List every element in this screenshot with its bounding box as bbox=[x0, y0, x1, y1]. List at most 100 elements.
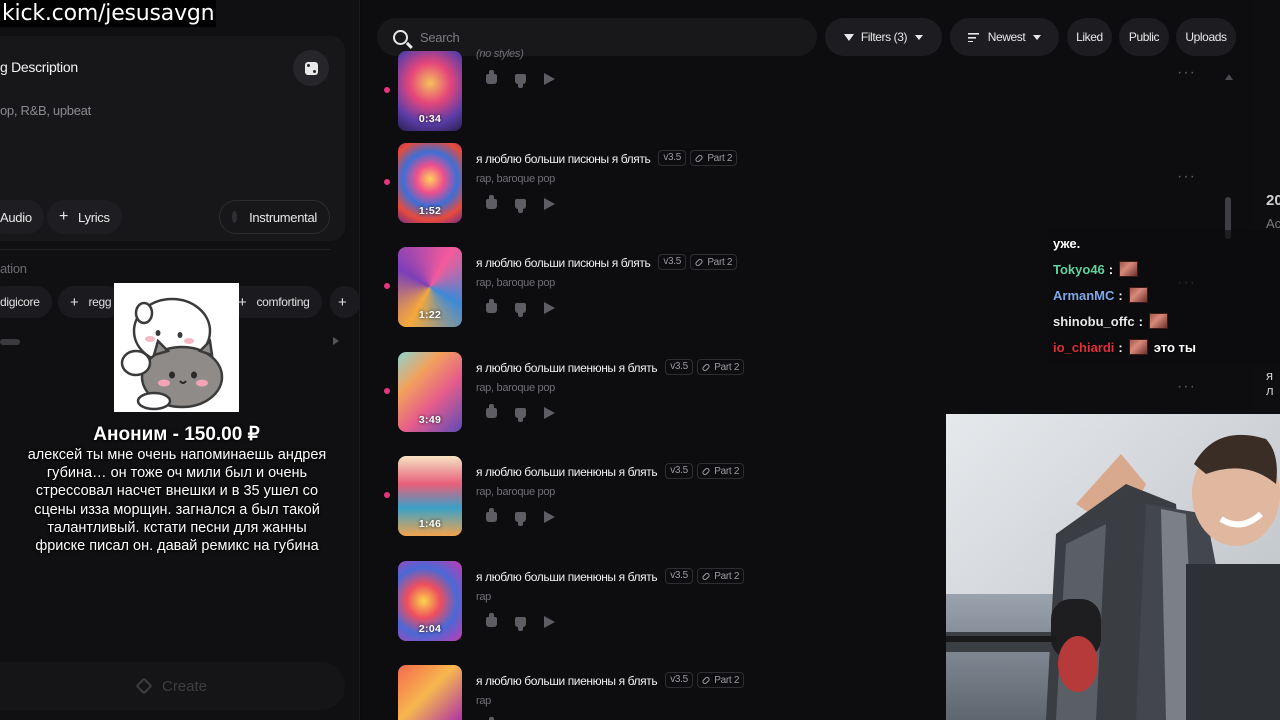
more-options-icon[interactable]: ··· bbox=[1177, 378, 1196, 396]
track-cover[interactable]: 1:52 bbox=[398, 143, 462, 223]
share-icon[interactable] bbox=[544, 198, 555, 210]
chat-username[interactable]: ArmanMC bbox=[1053, 288, 1114, 303]
tags-scrollbar[interactable] bbox=[0, 339, 20, 345]
track-actions bbox=[486, 404, 555, 422]
link-icon bbox=[694, 257, 704, 267]
thumbs-down-icon[interactable] bbox=[515, 617, 526, 631]
track-actions bbox=[486, 613, 555, 631]
thumbs-down-icon[interactable] bbox=[515, 199, 526, 213]
sort-icon bbox=[967, 32, 979, 42]
version-badge: v3.5 bbox=[665, 672, 693, 688]
thumbs-up-icon[interactable] bbox=[486, 299, 497, 313]
link-icon bbox=[701, 675, 711, 685]
chat-separator: : bbox=[1118, 287, 1123, 303]
version-badge: v3.5 bbox=[658, 150, 687, 166]
tag-digicore[interactable]: digicore bbox=[0, 286, 52, 318]
thumbs-up-icon[interactable] bbox=[486, 508, 497, 522]
track-row[interactable]: 3:49 я люблю больши пиенюны я блять rap, b… bbox=[382, 352, 982, 434]
liked-button[interactable]: Liked bbox=[1067, 18, 1112, 56]
thumbs-up-icon[interactable] bbox=[486, 404, 497, 418]
track-cover[interactable]: 2:04 bbox=[398, 561, 462, 641]
tag-comforting[interactable]: + comforting bbox=[226, 286, 322, 318]
public-button[interactable]: Public bbox=[1119, 18, 1169, 56]
track-styles: rap, baroque pop bbox=[476, 382, 555, 394]
chat-username[interactable]: io_chiardi bbox=[1053, 340, 1114, 355]
track-title[interactable]: я люблю больши пиенюны я блять bbox=[476, 465, 658, 479]
random-description-button[interactable] bbox=[293, 50, 329, 86]
track-title[interactable]: я люблю больши писюны я блять bbox=[476, 152, 651, 166]
part-label: Part 2 bbox=[714, 570, 740, 582]
thumbs-up-icon[interactable] bbox=[486, 195, 497, 209]
scroll-up-icon[interactable] bbox=[1225, 74, 1233, 80]
track-cover[interactable]: 3:49 bbox=[398, 352, 462, 432]
tag-label: comforting bbox=[256, 295, 310, 309]
tag-more[interactable]: + bbox=[330, 286, 360, 318]
instrumental-toggle[interactable]: Instrumental bbox=[219, 200, 330, 234]
more-options-icon[interactable]: ··· bbox=[1177, 64, 1196, 82]
thumbs-up-icon[interactable] bbox=[486, 613, 497, 627]
track-title[interactable]: я люблю больши пиенюны я блять bbox=[476, 570, 658, 584]
link-icon bbox=[694, 153, 704, 163]
create-button[interactable]: Create bbox=[0, 662, 345, 710]
track-row[interactable]: 0:34 (no styles) bbox=[382, 48, 982, 133]
audio-label: Audio bbox=[0, 209, 32, 225]
track-title[interactable]: я люблю больши пиенюны я блять bbox=[476, 361, 658, 375]
description-title: g Description bbox=[0, 59, 78, 75]
track-cover[interactable]: 1:46 bbox=[398, 456, 462, 536]
track-row[interactable]: 1:52 я люблю больши писюны я блять rap, ba… bbox=[382, 143, 982, 225]
part-badge[interactable]: Part 2 bbox=[697, 463, 745, 479]
sort-label: Newest bbox=[987, 30, 1026, 44]
share-icon[interactable] bbox=[544, 73, 555, 85]
part-badge[interactable]: Part 2 bbox=[697, 672, 745, 688]
add-audio-button[interactable]: Audio bbox=[0, 200, 44, 234]
thumbs-down-icon[interactable] bbox=[515, 512, 526, 526]
track-title[interactable]: я люблю больши писюны я блять bbox=[476, 256, 651, 270]
uploads-button[interactable]: Uploads bbox=[1176, 18, 1236, 56]
share-icon[interactable] bbox=[544, 616, 555, 628]
track-cover[interactable]: 0:34 bbox=[398, 51, 462, 131]
share-icon[interactable] bbox=[544, 302, 555, 314]
add-lyrics-button[interactable]: + Lyrics bbox=[47, 200, 122, 234]
create-label: Create bbox=[161, 677, 208, 695]
liked-label: Liked bbox=[1076, 30, 1103, 44]
track-row[interactable]: 2:04 я люблю больши пиенюны я блять rap v3.… bbox=[382, 561, 982, 643]
chat-message: ArmanMC: bbox=[1053, 287, 1154, 303]
emote-icon bbox=[1119, 261, 1139, 277]
scroll-right-icon[interactable] bbox=[333, 337, 339, 345]
track-styles: rap bbox=[476, 591, 491, 603]
donation-cat-image bbox=[114, 283, 239, 412]
emote-icon bbox=[1128, 339, 1148, 355]
track-row[interactable]: 1:22 я люблю больши писюны я блять rap, ba… bbox=[382, 247, 982, 329]
tag-label: digicore bbox=[0, 295, 40, 309]
chat-message: io_chiardi: это ты bbox=[1053, 339, 1196, 355]
track-title[interactable]: я люблю больши пиенюны я блять bbox=[476, 674, 658, 688]
chat-line: уже. bbox=[1053, 236, 1081, 251]
chat-username[interactable]: shinobu_offc bbox=[1053, 314, 1135, 329]
chat-overlay: уже. Tokyo46: ArmanMC: shinobu_offc: io_chi… bbox=[1047, 230, 1280, 365]
track-styles: rap, baroque pop bbox=[476, 277, 555, 289]
part-badge[interactable]: Part 2 bbox=[690, 254, 738, 270]
search-input[interactable] bbox=[420, 29, 800, 45]
track-cover[interactable]: 1:22 bbox=[398, 247, 462, 327]
track-duration: 2:04 bbox=[418, 623, 442, 635]
track-row[interactable]: я люблю больши пиенюны я блять rap v3.5 Par… bbox=[382, 665, 982, 720]
tag-label: regg bbox=[88, 295, 112, 309]
thumbs-up-icon[interactable] bbox=[486, 70, 497, 84]
thumbs-down-icon[interactable] bbox=[515, 303, 526, 317]
track-row[interactable]: 1:46 я люблю больши пиенюны я блять rap, b… bbox=[382, 456, 982, 538]
thumbs-down-icon[interactable] bbox=[515, 74, 526, 88]
part-badge[interactable]: Part 2 bbox=[697, 359, 745, 375]
thumbs-down-icon[interactable] bbox=[515, 408, 526, 422]
part-label: Part 2 bbox=[707, 256, 733, 268]
part-label: Part 2 bbox=[714, 465, 740, 477]
share-icon[interactable] bbox=[544, 407, 555, 419]
track-cover[interactable] bbox=[398, 665, 462, 720]
toggle-icon bbox=[232, 211, 238, 223]
divider bbox=[0, 249, 330, 250]
chat-username[interactable]: Tokyo46 bbox=[1053, 262, 1105, 277]
description-input[interactable]: op, R&B, upbeat bbox=[0, 103, 91, 118]
part-badge[interactable]: Part 2 bbox=[697, 568, 745, 584]
share-icon[interactable] bbox=[544, 511, 555, 523]
part-badge[interactable]: Part 2 bbox=[690, 150, 738, 166]
more-options-icon[interactable]: ··· bbox=[1177, 168, 1196, 186]
